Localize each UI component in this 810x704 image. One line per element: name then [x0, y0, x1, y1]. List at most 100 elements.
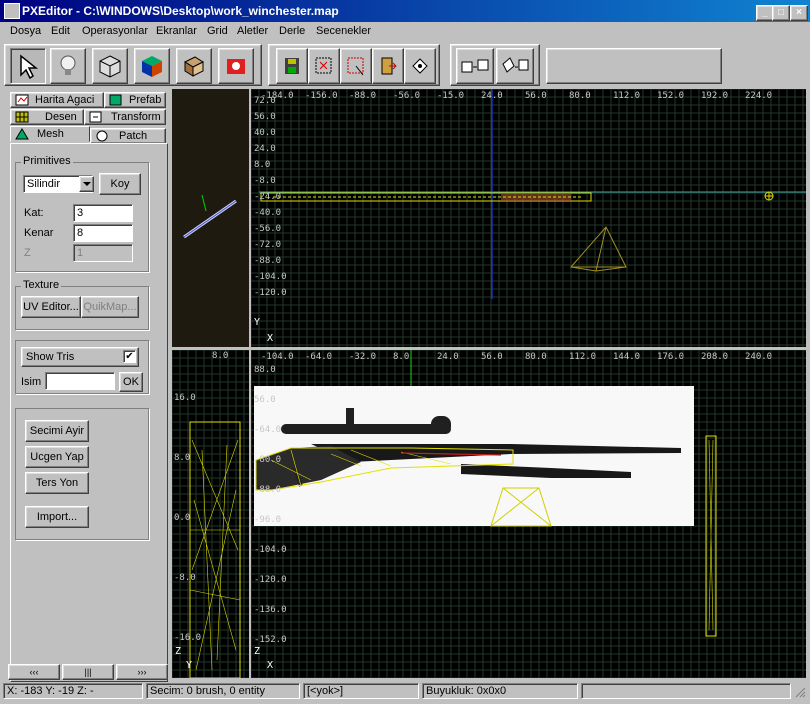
axis-tick-label: -88.0	[254, 485, 281, 495]
app-icon[interactable]	[4, 3, 20, 19]
vertex-icon[interactable]	[404, 48, 436, 84]
axis-tick-label: 24.0	[437, 352, 459, 362]
axis-tick-label: -152.0	[254, 635, 287, 645]
import-button[interactable]: Import...	[25, 506, 89, 528]
tab-transform[interactable]: Transform	[84, 109, 166, 125]
uv-editor-button[interactable]: UV Editor...	[21, 296, 81, 318]
axis-tick-label: -24.0	[254, 192, 281, 202]
axis-tick-label: -88.0	[254, 256, 281, 266]
axis-tick-label: 112.0	[613, 91, 640, 101]
chevron-down-icon[interactable]	[79, 176, 94, 192]
axis-tick-label: 112.0	[569, 352, 596, 362]
axis-side-y-label: Y	[186, 660, 192, 671]
axis-side-label: Z	[175, 646, 181, 657]
brush-box-icon[interactable]	[176, 48, 212, 84]
axis-front-x-label: X	[267, 660, 273, 671]
viewport-3d[interactable]	[172, 89, 249, 347]
tab-label: Prefab	[129, 94, 162, 106]
texture-cube-icon[interactable]	[134, 48, 170, 84]
menu-dosya[interactable]: Dosya	[10, 25, 41, 37]
axis-tick-label: -56.0	[393, 91, 420, 101]
axis-tick-label: 56.0	[254, 395, 276, 405]
save-disk-icon[interactable]	[276, 48, 308, 84]
secimi-ayir-button[interactable]: Secimi Ayir	[25, 420, 89, 442]
axis-tick-label: -64.0	[254, 425, 281, 435]
axis-tick-label: 24.0	[254, 144, 276, 154]
axis-tick-label: 56.0	[254, 112, 276, 122]
menu-grid[interactable]: Grid	[207, 25, 228, 37]
isim-field[interactable]	[45, 372, 115, 390]
ucgen-yap-button[interactable]: Ucgen Yap	[25, 446, 89, 468]
menu-derle[interactable]: Derle	[279, 25, 305, 37]
entity-icon[interactable]	[218, 48, 254, 84]
tab-mesh[interactable]: Mesh	[10, 126, 90, 142]
show-tris-label: Show Tris	[26, 351, 75, 363]
move-brush-icon[interactable]	[456, 48, 494, 84]
axis-tick-label: 80.0	[525, 352, 547, 362]
axis-tick-label: -136.0	[254, 605, 287, 615]
tab-patch[interactable]: Patch	[90, 128, 166, 144]
kat-field[interactable]: 3	[73, 204, 133, 222]
nav-prev-button[interactable]: ‹‹‹	[8, 664, 60, 680]
axis-front-label: Z	[254, 646, 260, 657]
tab-desen[interactable]: Desen	[10, 109, 84, 125]
koy-button[interactable]: Koy	[99, 173, 141, 195]
axis-tick-label: -32.0	[349, 352, 376, 362]
viewport-top[interactable]: -184.0 -156.0 -88.0 -56.0 -15.0 24.0 56.0 80.0 1…	[251, 89, 806, 347]
axis-tick-label: 56.0	[525, 91, 547, 101]
menu-aletler[interactable]: Aletler	[237, 25, 268, 37]
axis-tick-label: 16.0	[174, 393, 196, 403]
menu-secenekler[interactable]: Secenekler	[316, 25, 371, 37]
left-panel: Harita Agaci Prefab Desen Transform Mesh…	[6, 88, 170, 682]
rotate-brush-icon[interactable]	[496, 48, 534, 84]
light-bulb-icon[interactable]	[50, 48, 86, 84]
axis-tick-label: 40.0	[254, 128, 276, 138]
tab-harita-agaci[interactable]: Harita Agaci	[10, 92, 104, 108]
resize-grip-icon[interactable]	[794, 686, 806, 698]
nav-next-button[interactable]: ›››	[116, 664, 168, 680]
menu-edit[interactable]: Edit	[51, 25, 70, 37]
ok-button[interactable]: OK	[119, 372, 143, 392]
axis-tick-label: 88.0	[254, 365, 276, 375]
tab-label: Mesh	[37, 128, 64, 140]
status-entity: [<yok>]	[303, 683, 419, 699]
tab-prefab[interactable]: Prefab	[104, 92, 166, 108]
title-bar[interactable]: PXEditor - C:\WINDOWS\Desktop\work_winch…	[0, 0, 810, 22]
axis-tick-label: -156.0	[305, 91, 338, 101]
mesh-icon	[15, 128, 29, 140]
axis-tick-label: -15.0	[437, 91, 464, 101]
viewport-front[interactable]: -104.0 -64.0 -32.0 8.0 24.0 56.0 80.0 112.0 144.…	[251, 350, 806, 678]
axis-tick-label: -80.0	[254, 455, 281, 465]
select-arrow-icon[interactable]	[10, 48, 46, 84]
ters-yon-button[interactable]: Ters Yon	[25, 472, 89, 494]
viewport-side[interactable]: 16.0 8.0 0.0 -8.0 -16.0 8.0 Z Y	[172, 350, 249, 678]
nav-center-button[interactable]: |||	[62, 664, 114, 680]
select-region-icon[interactable]	[308, 48, 340, 84]
status-coords: X: -183 Y: -19 Z: -	[3, 683, 143, 699]
axis-tick-label: 224.0	[745, 91, 772, 101]
kenar-field[interactable]: 8	[73, 224, 133, 242]
axis-tick-label: -104.0	[261, 352, 294, 362]
axis-tick-label: -120.0	[254, 288, 287, 298]
axis-tick-label: 72.0	[254, 96, 276, 106]
axis-tick-label: 192.0	[701, 91, 728, 101]
maximize-button[interactable]: □	[772, 5, 790, 21]
axis-tick-label: 8.0	[174, 453, 190, 463]
door-icon[interactable]	[372, 48, 404, 84]
z-field: 1	[73, 244, 133, 262]
axis-tick-label: -16.0	[174, 633, 201, 643]
close-button[interactable]: ×	[790, 5, 808, 21]
axis-tick-label: 24.0	[481, 91, 503, 101]
show-tris-checkbox[interactable]: ✔	[123, 350, 136, 363]
menu-operasyonlar[interactable]: Operasyonlar	[82, 25, 148, 37]
axis-top-label: Y	[254, 317, 260, 328]
cube-icon[interactable]	[92, 48, 128, 84]
select-box-icon[interactable]	[340, 48, 372, 84]
axis-tick-label: 152.0	[657, 91, 684, 101]
axis-tick-label: -104.0	[254, 272, 287, 282]
tab-label: Harita Agaci	[35, 94, 95, 106]
shape-select-value: Silindir	[27, 178, 61, 190]
menu-ekranlar[interactable]: Ekranlar	[156, 25, 197, 37]
show-tris-toggle[interactable]: Show Tris	[21, 347, 139, 367]
grid-texture-icon	[15, 111, 29, 123]
